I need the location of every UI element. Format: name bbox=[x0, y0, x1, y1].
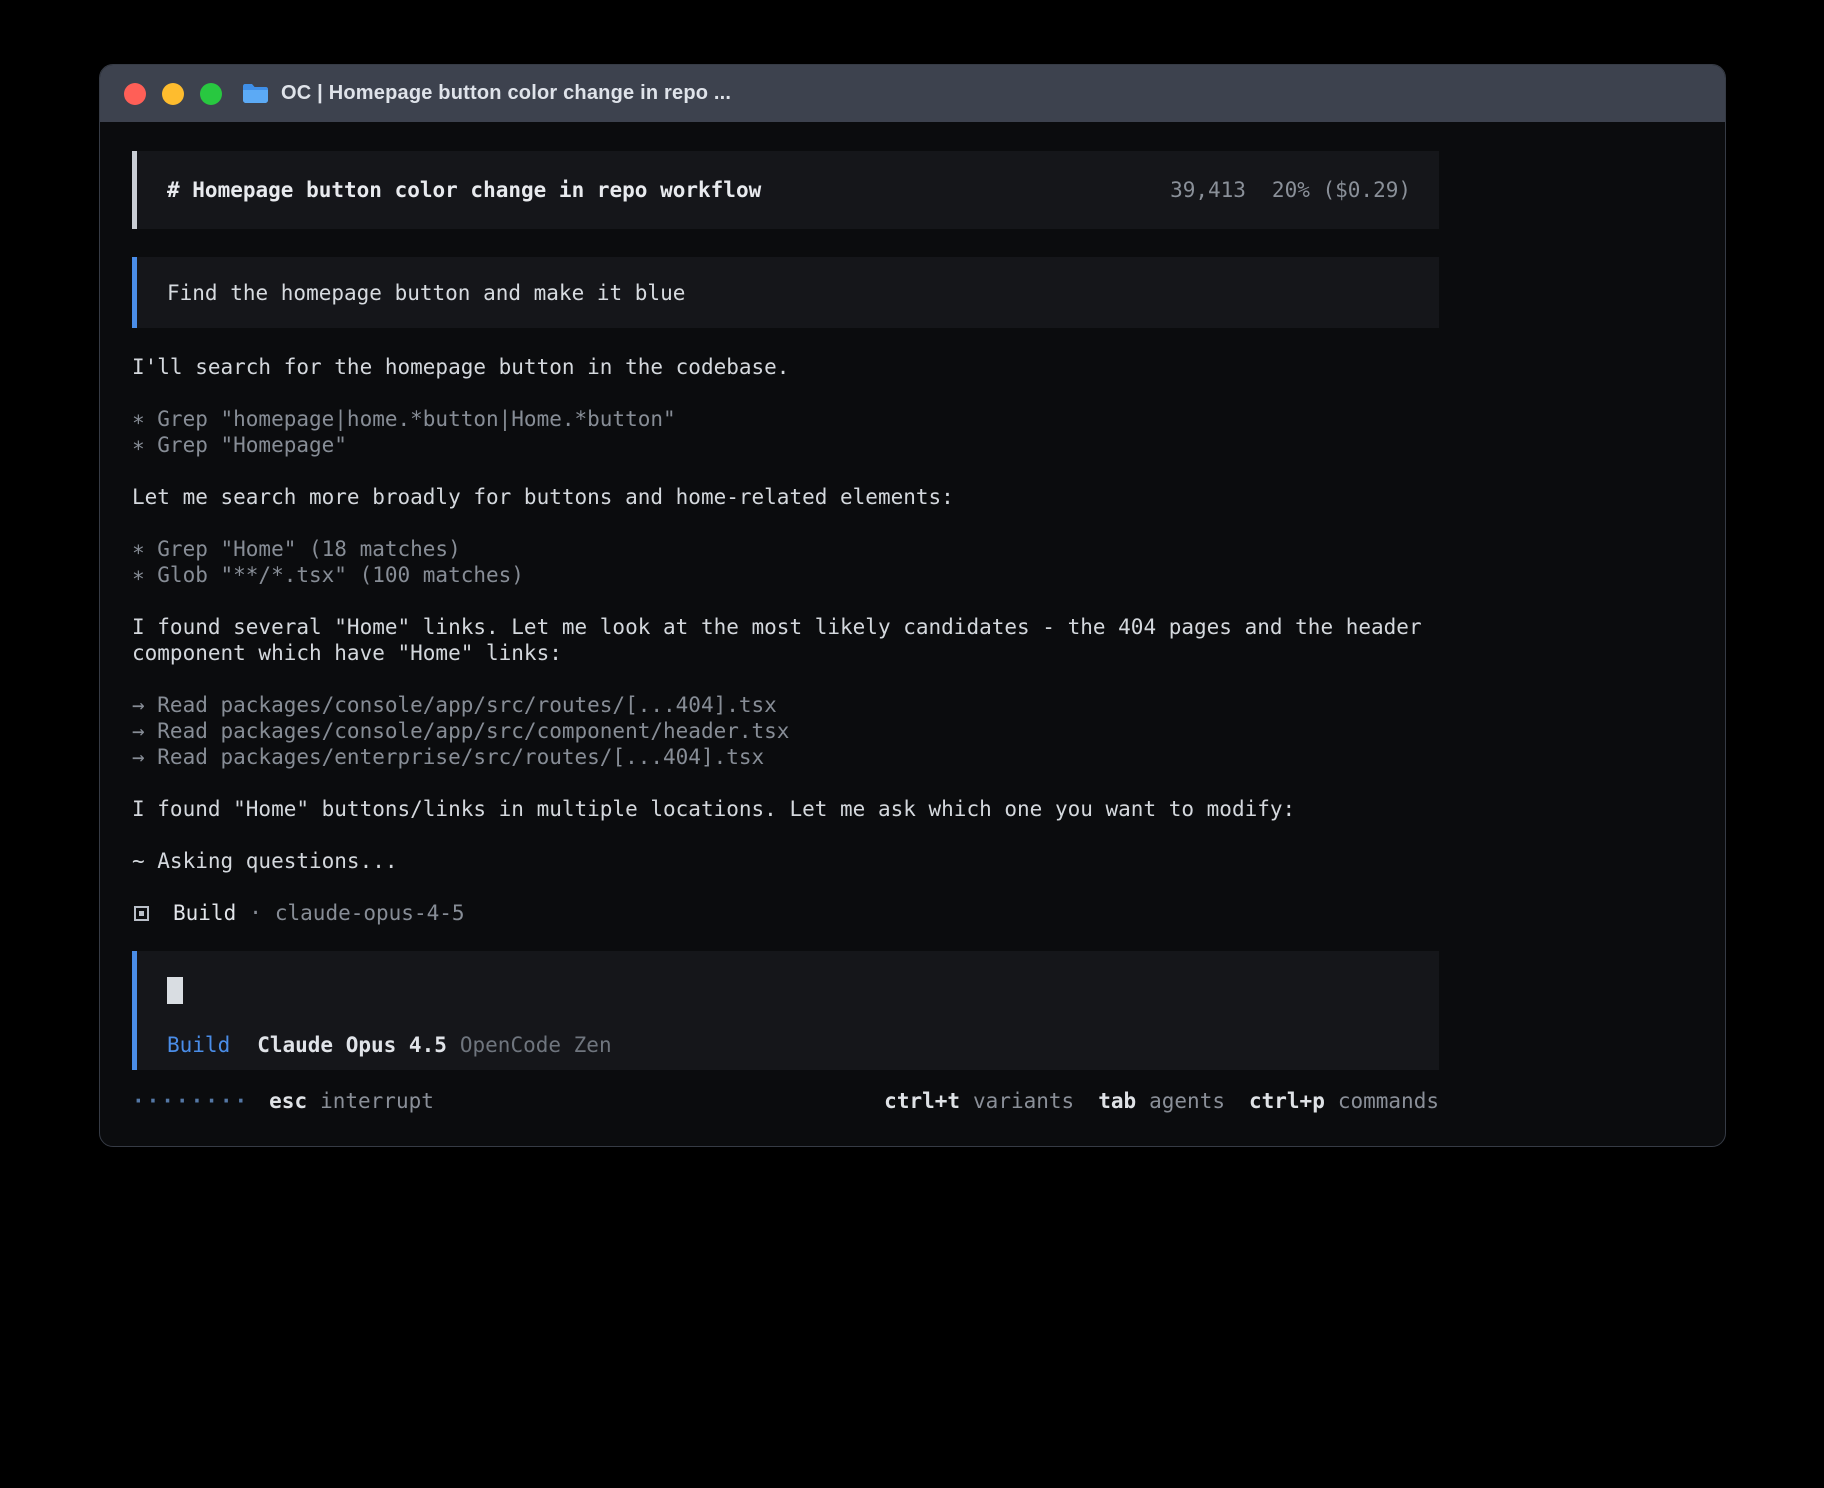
agent-task-row: Build · claude-opus-4-5 bbox=[132, 900, 1439, 926]
commands-label: commands bbox=[1338, 1088, 1439, 1114]
text-cursor bbox=[167, 977, 183, 1004]
traffic-lights bbox=[124, 83, 222, 105]
session-title: # Homepage button color change in repo w… bbox=[167, 177, 761, 203]
context-usage: 20% ($0.29) bbox=[1272, 177, 1411, 203]
tool-call-group: ∗ Grep "Home" (18 matches) ∗ Glob "**/*.… bbox=[132, 536, 1439, 588]
interrupt-hint[interactable]: esc interrupt bbox=[269, 1088, 434, 1114]
working-status: ~ Asking questions... bbox=[132, 848, 1439, 874]
session-header: # Homepage button color change in repo w… bbox=[132, 151, 1439, 229]
tool-call-grep: ∗ Grep "Home" (18 matches) bbox=[132, 536, 1439, 562]
input-status-line: Build Claude Opus 4.5 OpenCode Zen bbox=[167, 1032, 1409, 1058]
tool-call-read: → Read packages/enterprise/src/routes/[.… bbox=[132, 744, 1439, 770]
interrupt-label: interrupt bbox=[320, 1088, 434, 1114]
tool-call-grep: ∗ Grep "Homepage" bbox=[132, 432, 1439, 458]
tool-call-group: ∗ Grep "homepage|home.*button|Home.*butt… bbox=[132, 406, 1439, 458]
agent-square-icon bbox=[134, 906, 149, 921]
folder-icon bbox=[242, 83, 269, 105]
session-stats: 39,413 20% ($0.29) bbox=[1170, 177, 1411, 203]
status-bar: ········ esc interrupt ctrl+t variants t… bbox=[132, 1088, 1439, 1114]
agent-model: claude-opus-4-5 bbox=[275, 900, 465, 926]
status-bar-right: ctrl+t variants tab agents ctrl+p comman… bbox=[884, 1088, 1439, 1114]
zoom-button[interactable] bbox=[200, 83, 222, 105]
variants-hint[interactable]: ctrl+t variants bbox=[884, 1088, 1074, 1114]
token-count: 39,413 bbox=[1170, 177, 1246, 203]
commands-hint[interactable]: ctrl+p commands bbox=[1249, 1088, 1439, 1114]
status-bar-left: ········ esc interrupt bbox=[132, 1088, 434, 1114]
window-titlebar[interactable]: OC | Homepage button color change in rep… bbox=[100, 65, 1725, 122]
tool-call-read: → Read packages/console/app/src/componen… bbox=[132, 718, 1439, 744]
spinner-dots-icon: ········ bbox=[132, 1088, 249, 1114]
agent-name: Build bbox=[173, 900, 236, 926]
interrupt-key: esc bbox=[269, 1088, 307, 1114]
agents-key: tab bbox=[1098, 1088, 1136, 1114]
terminal-window: OC | Homepage button color change in rep… bbox=[99, 64, 1726, 1147]
terminal-content: # Homepage button color change in repo w… bbox=[100, 122, 1725, 1114]
close-button[interactable] bbox=[124, 83, 146, 105]
commands-key: ctrl+p bbox=[1249, 1088, 1325, 1114]
tool-call-glob: ∗ Glob "**/*.tsx" (100 matches) bbox=[132, 562, 1439, 588]
assistant-paragraph: I'll search for the homepage button in t… bbox=[132, 354, 1439, 380]
user-message: Find the homepage button and make it blu… bbox=[132, 257, 1439, 328]
provider-label: OpenCode Zen bbox=[460, 1032, 612, 1058]
model-selector[interactable]: Claude Opus 4.5 bbox=[257, 1032, 447, 1058]
tool-call-group: → Read packages/console/app/src/routes/[… bbox=[132, 692, 1439, 770]
agent-separator: · bbox=[249, 900, 262, 926]
user-message-text: Find the homepage button and make it blu… bbox=[167, 280, 685, 306]
agents-label: agents bbox=[1149, 1088, 1225, 1114]
variants-key: ctrl+t bbox=[884, 1088, 960, 1114]
prompt-input[interactable]: Build Claude Opus 4.5 OpenCode Zen bbox=[132, 951, 1439, 1070]
tool-call-grep: ∗ Grep "homepage|home.*button|Home.*butt… bbox=[132, 406, 1439, 432]
assistant-paragraph: I found several "Home" links. Let me loo… bbox=[132, 614, 1439, 666]
assistant-paragraph: I found "Home" buttons/links in multiple… bbox=[132, 796, 1439, 822]
agents-hint[interactable]: tab agents bbox=[1098, 1088, 1225, 1114]
variants-label: variants bbox=[973, 1088, 1074, 1114]
mode-badge[interactable]: Build bbox=[167, 1032, 230, 1058]
window-title: OC | Homepage button color change in rep… bbox=[281, 82, 731, 105]
minimize-button[interactable] bbox=[162, 83, 184, 105]
assistant-paragraph: Let me search more broadly for buttons a… bbox=[132, 484, 1439, 510]
tool-call-read: → Read packages/console/app/src/routes/[… bbox=[132, 692, 1439, 718]
